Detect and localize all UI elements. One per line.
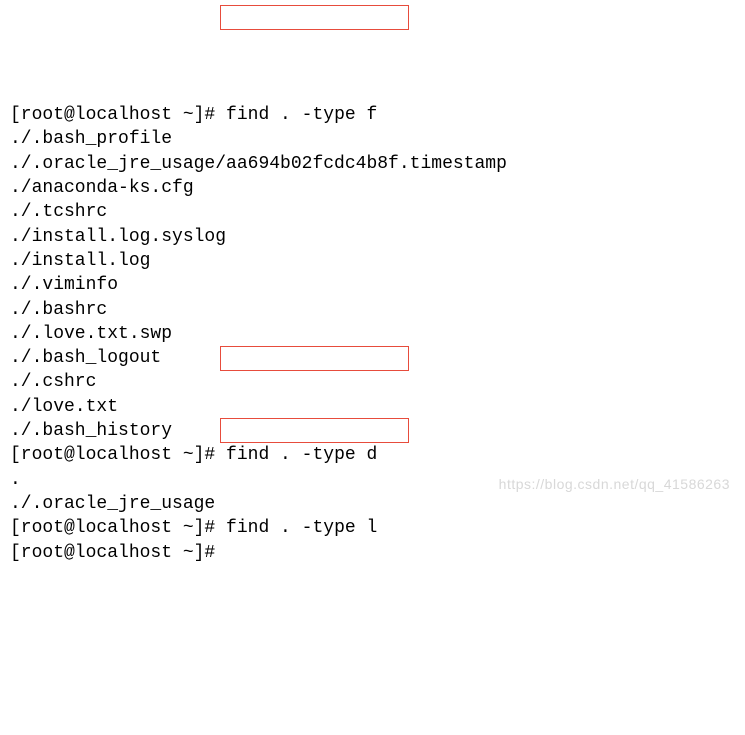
- shell-prompt: [root@localhost ~]#: [10, 543, 226, 563]
- terminal-output-line: ./.tcshrc: [10, 200, 735, 224]
- shell-prompt: [root@localhost ~]#: [10, 105, 226, 125]
- terminal-output-line: ./.bash_logout: [10, 346, 735, 370]
- terminal-output-line: ./.cshrc: [10, 370, 735, 394]
- terminal-output-line: ./install.log: [10, 249, 735, 273]
- terminal-output-line: ./.bash_profile: [10, 127, 735, 151]
- terminal-output-line: ./.oracle_jre_usage: [10, 492, 735, 516]
- terminal-prompt-line: [root@localhost ~]#: [10, 541, 735, 565]
- terminal-output-line: ./anaconda-ks.cfg: [10, 176, 735, 200]
- terminal-output-line: ./install.log.syslog: [10, 225, 735, 249]
- terminal-output-line: ./.bash_history: [10, 419, 735, 443]
- terminal-output-line: ./.love.txt.swp: [10, 322, 735, 346]
- terminal-output-line: ./.viminfo: [10, 273, 735, 297]
- terminal-prompt-line: [root@localhost ~]# find . -type l: [10, 516, 735, 540]
- terminal-output-line: ./love.txt: [10, 395, 735, 419]
- command-text: find . -type d: [226, 445, 377, 465]
- command-text: find . -type f: [226, 105, 377, 125]
- terminal-output-line: ./.oracle_jre_usage/aa694b02fcdc4b8f.tim…: [10, 152, 735, 176]
- highlight-box: [220, 5, 409, 30]
- terminal-output-line: ./.bashrc: [10, 298, 735, 322]
- terminal-prompt-line: [root@localhost ~]# find . -type d: [10, 443, 735, 467]
- watermark: https://blog.csdn.net/qq_41586263: [499, 475, 730, 494]
- terminal-output: [root@localhost ~]# find . -type f./.bas…: [10, 103, 735, 565]
- command-text: find . -type l: [226, 518, 377, 538]
- shell-prompt: [root@localhost ~]#: [10, 518, 226, 538]
- shell-prompt: [root@localhost ~]#: [10, 445, 226, 465]
- terminal-prompt-line: [root@localhost ~]# find . -type f: [10, 103, 735, 127]
